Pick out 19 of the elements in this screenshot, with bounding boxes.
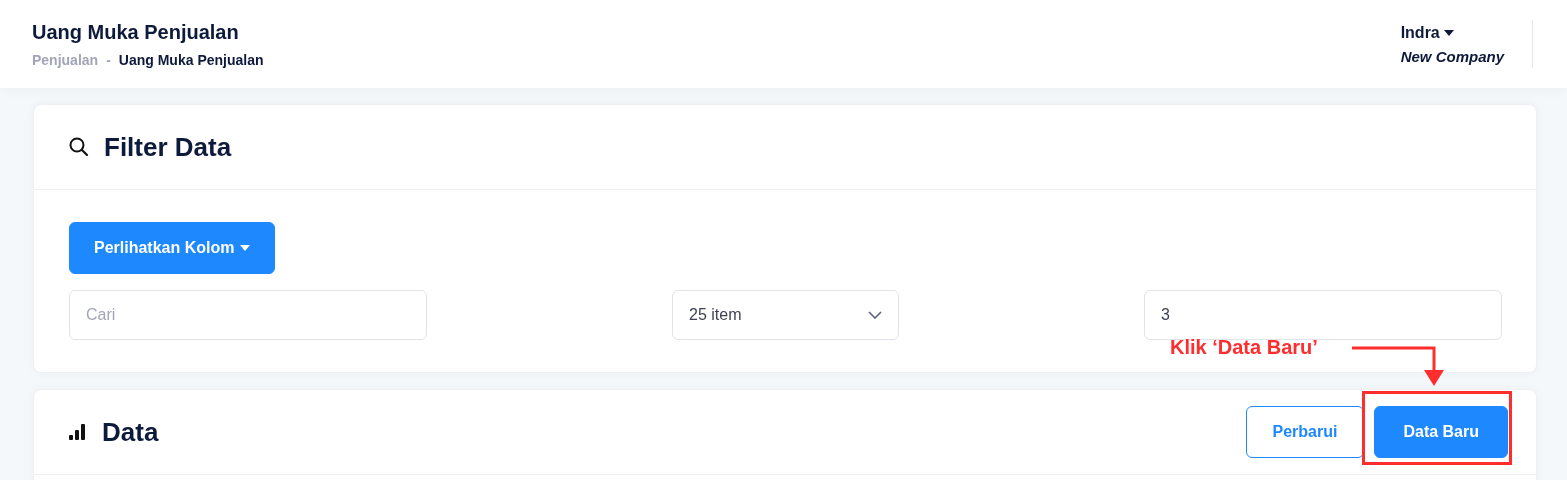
caret-icon [240,245,251,251]
card-title: Data [102,416,159,448]
user-menu[interactable]: Indra [1400,23,1454,42]
page-title: Uang Muka Penjualan [32,20,240,44]
chevron-down-icon [868,311,882,319]
search-icon [68,136,90,158]
page-field[interactable]: 3 [1144,290,1502,340]
card-title: Filter Data [104,131,232,163]
company-name: New Company [1400,47,1504,65]
refresh-button[interactable]: Perbarui [1245,406,1365,458]
caret-icon [1443,29,1454,36]
breadcrumb-item[interactable]: Penjualan [32,51,99,68]
bar-chart-icon [68,423,88,441]
search-field[interactable]: Cari [69,290,427,340]
breadcrumb-item: Uang Muka Penjualan [118,51,264,68]
show-columns-button[interactable]: Perlihatkan Kolom [69,222,276,274]
new-data-button[interactable]: Data Baru [1374,406,1508,458]
page-size-select[interactable]: 25 item [672,290,899,340]
breadcrumb-separator: - [106,51,111,68]
